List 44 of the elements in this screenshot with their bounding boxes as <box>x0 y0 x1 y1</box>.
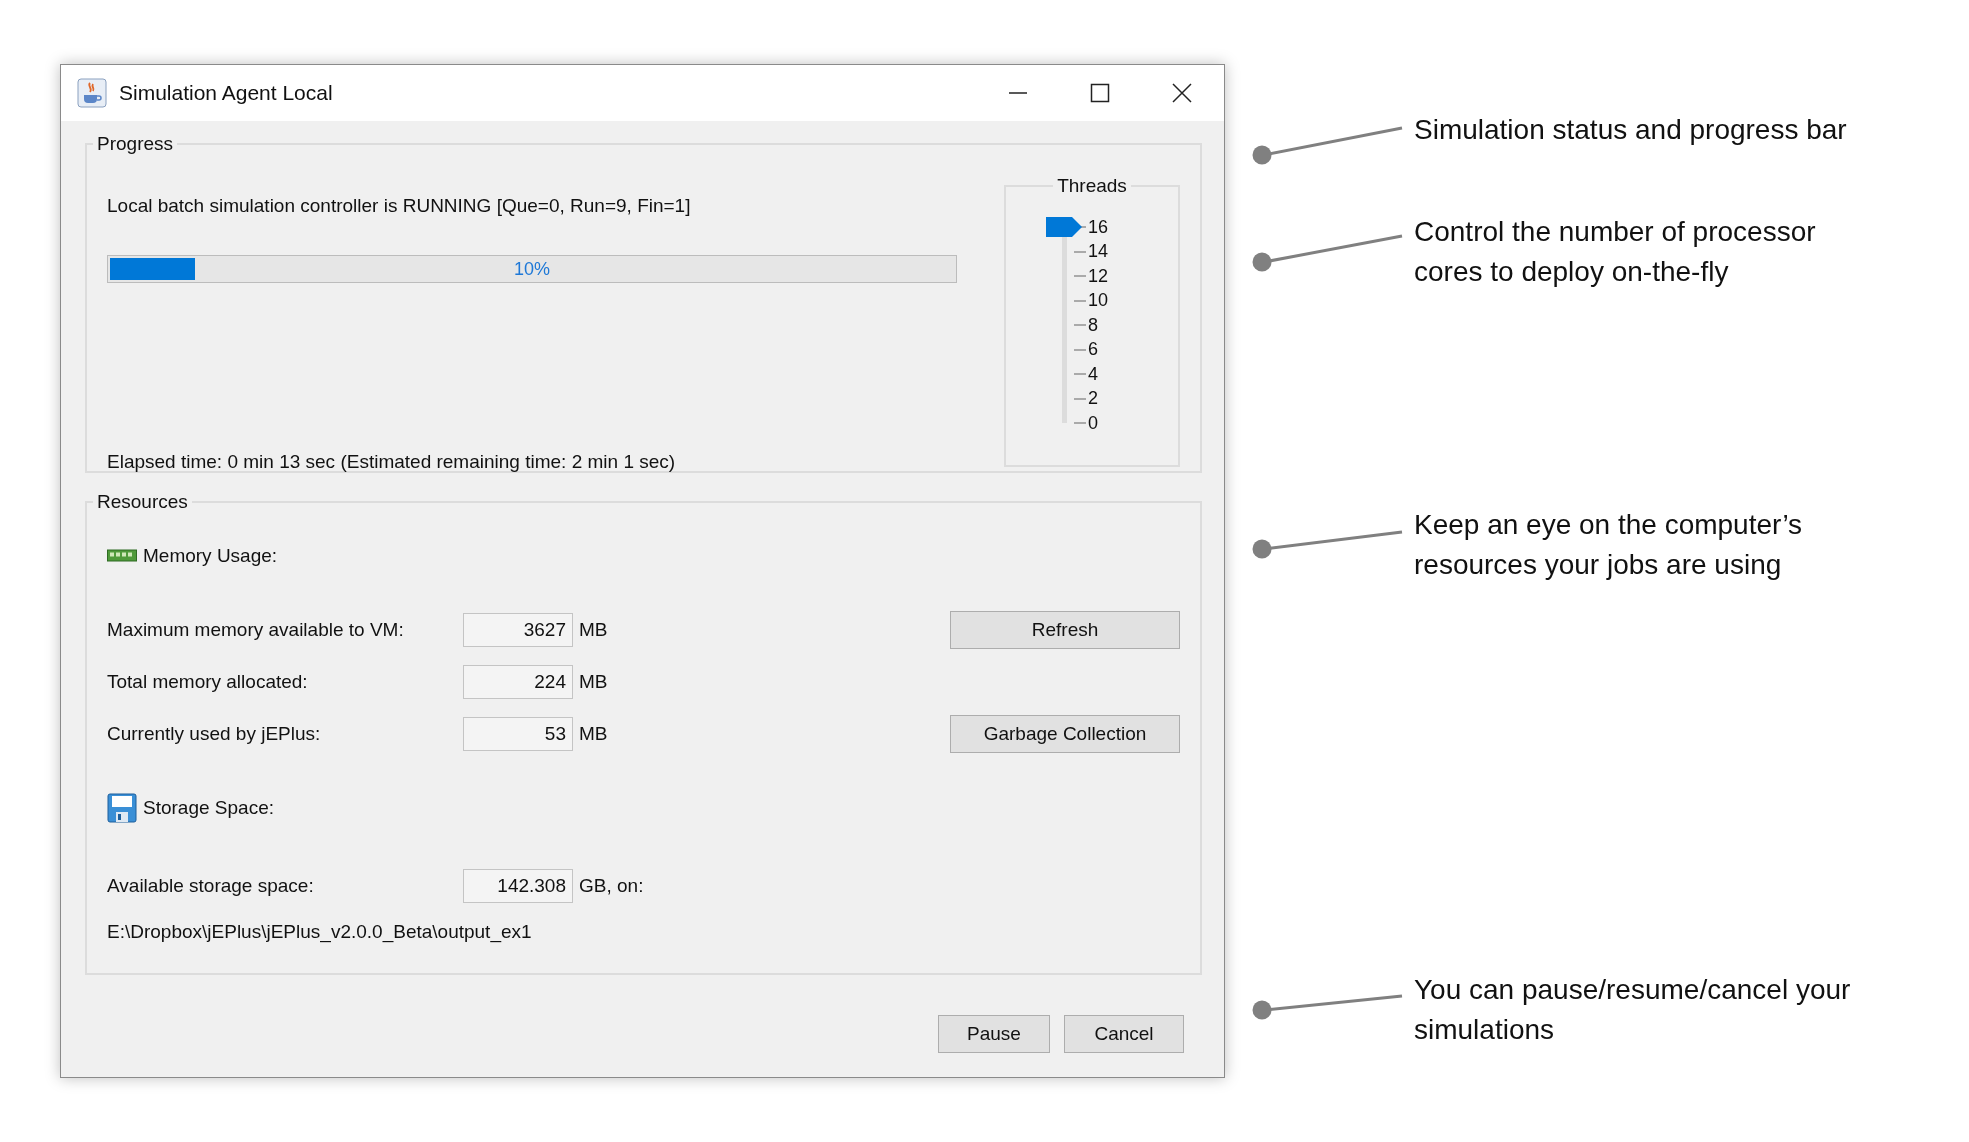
section-heading: Storage Space: <box>143 797 274 819</box>
field-label: Maximum memory available to VM: <box>107 619 405 641</box>
maximize-icon[interactable] <box>1090 83 1110 103</box>
field-label: Total memory allocated: <box>107 671 309 693</box>
elapsed-time-text: Elapsed time: 0 min 13 sec (Estimated remaining time: 2 min 1 sec) <box>107 451 677 473</box>
tick-label: 8 <box>1088 314 1098 336</box>
unit-label: GB, on: <box>579 875 644 897</box>
value-field: 224 <box>463 665 573 699</box>
section-heading: Memory Usage: <box>143 545 278 567</box>
action-button[interactable]: Refresh <box>950 611 1180 649</box>
dialog-button[interactable]: Cancel <box>1064 1015 1184 1053</box>
annotation-text: Keep an eye on the computer’s resources your jobs are using <box>1414 508 1804 582</box>
field-label: Available storage space: <box>107 875 315 897</box>
value-field: 142.308 <box>463 869 573 903</box>
annotation-text: You can pause/resume/cancel your simulations <box>1414 973 1852 1047</box>
coffee-cup-icon <box>77 78 107 108</box>
group-title: Threads <box>1056 175 1128 197</box>
tick-label: 2 <box>1088 388 1098 410</box>
unit-label: MB <box>579 723 608 745</box>
action-button[interactable]: Garbage Collection <box>950 715 1180 753</box>
tick-label: 6 <box>1088 339 1098 361</box>
tick-label: 10 <box>1088 290 1109 312</box>
value-field: 3627 <box>463 613 573 647</box>
status-text: Local batch simulation controller is RUNNING [Que=0, Run=9, Fin=1] <box>107 195 692 217</box>
window-title: Simulation Agent Local <box>119 81 334 105</box>
annotation-text: Simulation status and progress bar <box>1414 113 1848 147</box>
memory-chip-icon <box>107 549 137 563</box>
tick-label: 14 <box>1088 241 1109 263</box>
value-field: 53 <box>463 717 573 751</box>
close-icon[interactable] <box>1172 83 1192 103</box>
group-title: Resources <box>96 491 189 513</box>
tick-label: 12 <box>1088 265 1109 287</box>
progress-percent: 10% <box>513 258 551 280</box>
field-label: Currently used by jEPlus: <box>107 723 322 745</box>
group-title: Progress <box>96 133 175 155</box>
tick-label: 4 <box>1088 363 1098 385</box>
dialog-button[interactable]: Pause <box>938 1015 1050 1053</box>
unit-label: MB <box>579 671 608 693</box>
annotation-text: Control the number of processor cores to deploy on-the-fly <box>1414 215 1817 289</box>
storage-path: E:\Dropbox\jEPlus\jEPlus_v2.0.0_Beta\output_ex1 <box>107 921 533 943</box>
slider-thumb[interactable] <box>1046 217 1082 237</box>
tick-label: 16 <box>1088 216 1109 238</box>
unit-label: MB <box>579 619 608 641</box>
tick-label: 0 <box>1088 412 1098 434</box>
